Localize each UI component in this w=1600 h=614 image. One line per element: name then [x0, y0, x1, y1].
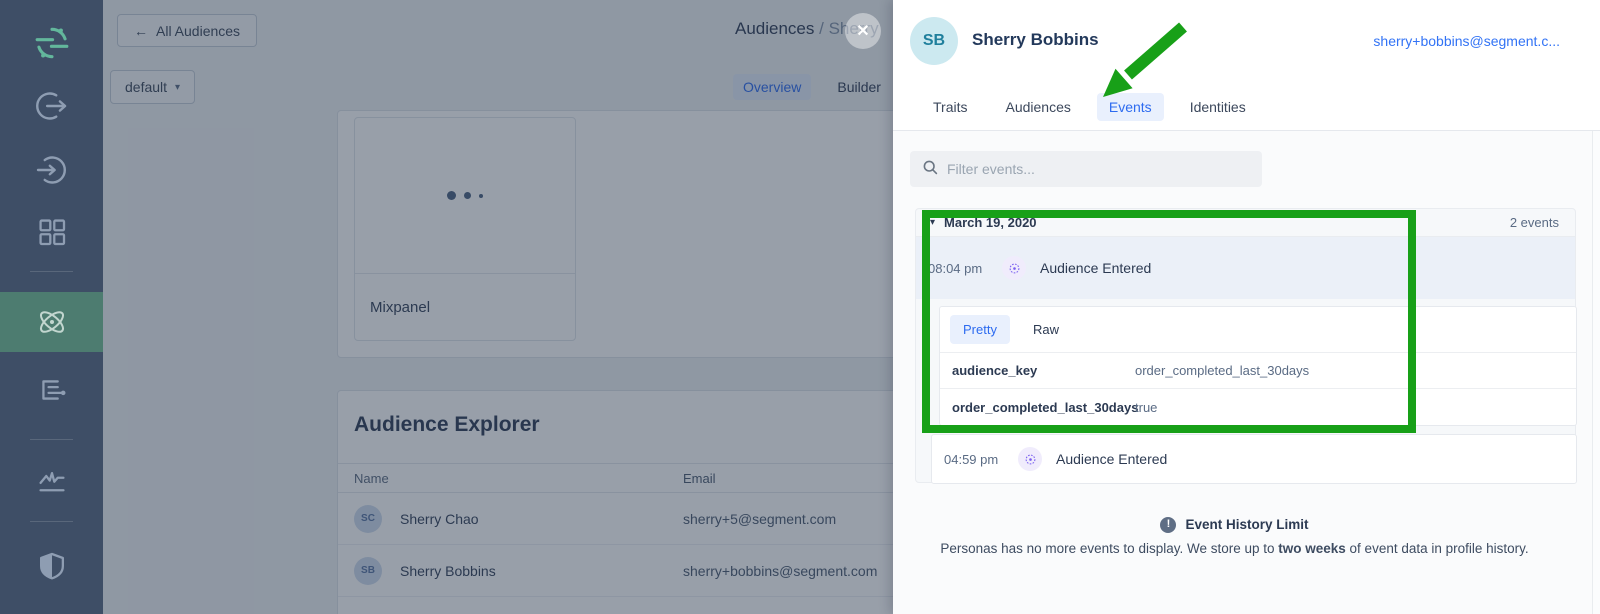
close-panel-button[interactable]: ✕	[845, 13, 881, 49]
detail-view-tabs: Pretty Raw	[940, 307, 1576, 353]
notice-text: Personas has no more events to display. …	[940, 541, 1278, 556]
property-row: order_completed_last_30days true	[940, 389, 1576, 425]
event-time: 04:59 pm	[944, 452, 1018, 467]
property-row: audience_key order_completed_last_30days	[940, 353, 1576, 389]
event-row-expanded[interactable]: 08:04 pm Audience Entered	[916, 237, 1575, 299]
profile-name: Sherry Bobbins	[972, 30, 1099, 50]
property-key: audience_key	[940, 363, 1135, 378]
event-name: Audience Entered	[1056, 451, 1167, 467]
profile-email-link[interactable]: sherry+bobbins@segment.c...	[1373, 33, 1560, 49]
sources-icon	[35, 89, 69, 123]
sidebar-item-personas[interactable]	[0, 292, 103, 352]
catalog-grid-icon	[36, 216, 68, 248]
close-icon: ✕	[856, 21, 869, 41]
events-date-group: ▾ March 19, 2020 2 events 08:04 pm Audie…	[915, 208, 1576, 483]
profile-panel: SB Sherry Bobbins sherry+bobbins@segment…	[893, 0, 1600, 614]
profile-panel-header: SB Sherry Bobbins sherry+bobbins@segment…	[893, 0, 1600, 131]
destinations-icon	[35, 153, 69, 187]
segment-logo-icon	[33, 24, 71, 62]
event-detail-card: Pretty Raw audience_key order_completed_…	[939, 306, 1577, 426]
date-group-header[interactable]: ▾ March 19, 2020 2 events	[916, 209, 1575, 237]
notice-title: Event History Limit	[1185, 517, 1308, 532]
search-input[interactable]	[947, 161, 1250, 177]
event-history-limit-notice: ! Event History Limit Personas has no mo…	[893, 514, 1576, 556]
tab-raw[interactable]: Raw	[1020, 315, 1072, 344]
tab-events[interactable]: Events	[1097, 93, 1164, 121]
sidebar-item-analytics[interactable]	[0, 458, 103, 502]
event-card: 04:59 pm Audience Entered	[931, 434, 1577, 484]
sidebar-item-destinations[interactable]	[0, 148, 103, 192]
event-row[interactable]: 04:59 pm Audience Entered	[932, 435, 1576, 483]
sidebar-divider	[30, 439, 73, 440]
alert-icon: !	[1160, 517, 1176, 533]
personas-atom-icon	[34, 304, 70, 340]
sidebar-item-sources[interactable]	[0, 84, 103, 128]
event-count-badge: 2 events	[1510, 215, 1559, 230]
collapse-caret-icon: ▾	[930, 217, 935, 228]
search-icon	[922, 159, 938, 180]
modal-dim-overlay	[103, 0, 893, 614]
event-time: 08:04 pm	[928, 261, 1002, 276]
sidebar-item-home[interactable]	[0, 21, 103, 65]
property-key: order_completed_last_30days	[940, 400, 1135, 415]
notice-body: Personas has no more events to display. …	[893, 541, 1576, 556]
sidebar-divider	[30, 271, 73, 272]
date-label: March 19, 2020	[944, 215, 1037, 230]
sidebar-item-catalog[interactable]	[0, 210, 103, 254]
audience-target-icon	[1002, 256, 1026, 280]
sidebar-item-journeys[interactable]	[0, 368, 103, 412]
tab-identities[interactable]: Identities	[1178, 93, 1258, 121]
property-value: order_completed_last_30days	[1135, 363, 1309, 378]
analytics-chart-icon	[36, 464, 68, 496]
tab-audiences[interactable]: Audiences	[993, 93, 1082, 121]
event-name: Audience Entered	[1040, 260, 1151, 276]
sidebar-item-privacy[interactable]	[0, 544, 103, 588]
filter-events-search	[910, 151, 1262, 187]
sidebar-divider	[30, 521, 73, 522]
notice-text-bold: two weeks	[1278, 541, 1346, 556]
profile-tabs: Traits Audiences Events Identities	[921, 93, 1258, 121]
tab-traits[interactable]: Traits	[921, 93, 979, 121]
tab-pretty[interactable]: Pretty	[950, 315, 1010, 344]
screen: ← All Audiences Audiences / Sherry defau…	[0, 0, 1600, 614]
main-content: ← All Audiences Audiences / Sherry defau…	[103, 0, 893, 614]
journeys-icon	[36, 374, 68, 406]
app-sidebar	[0, 0, 103, 614]
property-value: true	[1135, 400, 1157, 415]
audience-target-icon	[1018, 447, 1042, 471]
avatar: SB	[910, 17, 958, 65]
notice-text: of event data in profile history.	[1346, 541, 1529, 556]
panel-scrollbar[interactable]	[1592, 131, 1600, 614]
privacy-shield-icon	[36, 550, 68, 582]
